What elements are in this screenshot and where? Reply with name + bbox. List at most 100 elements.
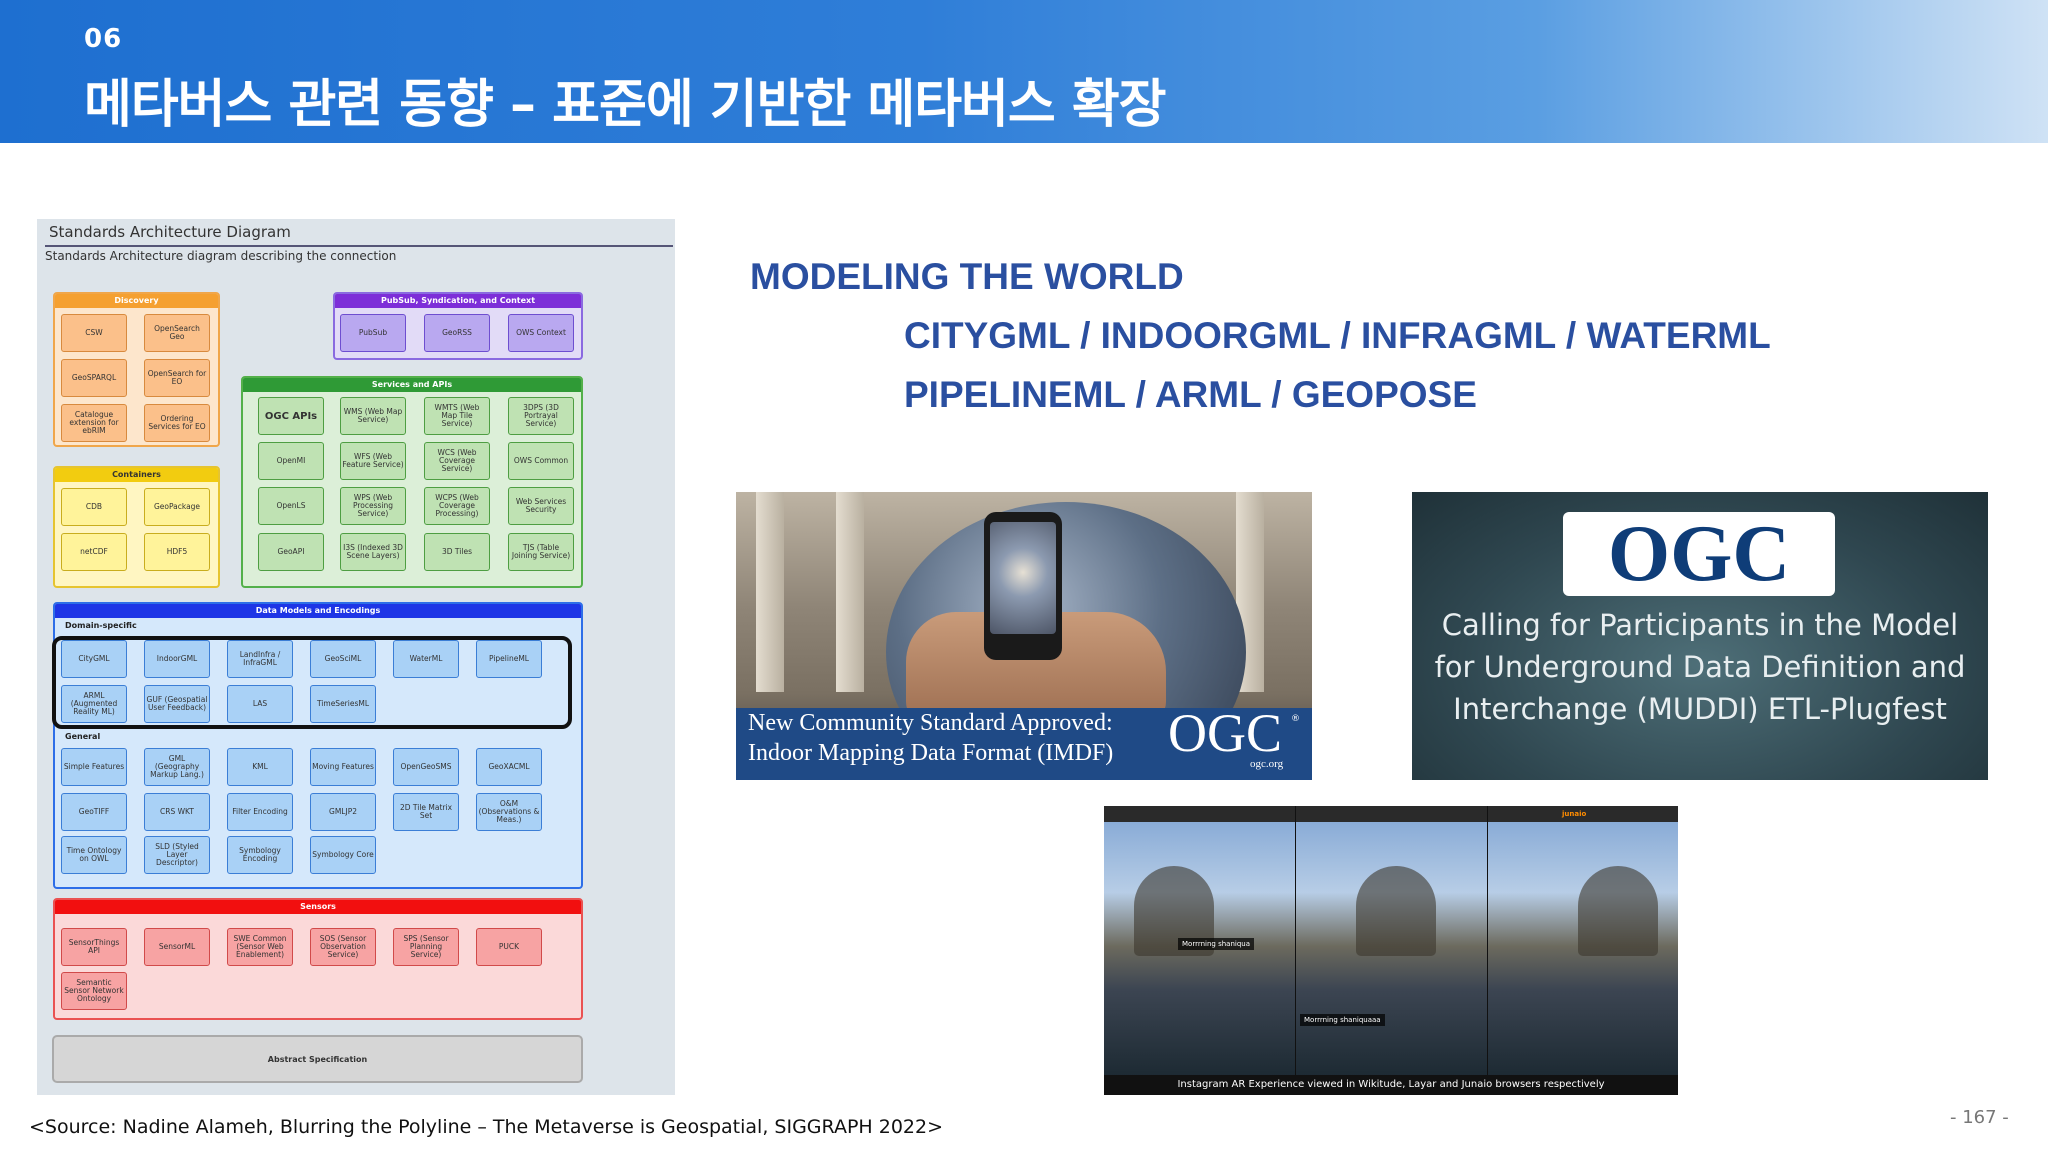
app-toolbar bbox=[1296, 806, 1487, 822]
std-box: HDF5 bbox=[144, 533, 210, 571]
std-box: WCS (Web Coverage Service) bbox=[424, 442, 490, 480]
std-box: WCPS (Web Coverage Processing) bbox=[424, 487, 490, 525]
ar-caption: Instagram AR Experience viewed in Wikitu… bbox=[1104, 1075, 1678, 1095]
tree-shape bbox=[1578, 866, 1658, 956]
std-box: Filter Encoding bbox=[227, 793, 293, 831]
std-box: OpenSearch Geo bbox=[144, 314, 210, 352]
ogc-url: ogc.org bbox=[1250, 758, 1284, 770]
std-box: CRS WKT bbox=[144, 793, 210, 831]
std-box: GeoAPI bbox=[258, 533, 324, 571]
slide: 06 메타버스 관련 동향 – 표준에 기반한 메타버스 확장 Standard… bbox=[0, 0, 2048, 1152]
group-containers-title: Containers bbox=[55, 468, 218, 482]
ogc-logo: OGC bbox=[1168, 703, 1283, 763]
std-box: CDB bbox=[61, 488, 127, 526]
smartphone-illustration bbox=[984, 512, 1062, 660]
std-box: Moving Features bbox=[310, 748, 376, 786]
domain-specific-label: Domain-specific bbox=[65, 621, 137, 630]
std-box: OpenSearch for EO bbox=[144, 359, 210, 397]
std-box: PUCK bbox=[476, 928, 542, 966]
std-box: OpenGeoSMS bbox=[393, 748, 459, 786]
std-box: SensorML bbox=[144, 928, 210, 966]
std-box: KML bbox=[227, 748, 293, 786]
std-box: GeoTIFF bbox=[61, 793, 127, 831]
registered-mark: ® bbox=[1291, 714, 1300, 724]
std-box: GML (Geography Markup Lang.) bbox=[144, 748, 210, 786]
junaio-panel: junaio bbox=[1488, 806, 1678, 1076]
imdf-caption-line1: New Community Standard Approved: bbox=[748, 710, 1113, 736]
modeling-heading: MODELING THE WORLD bbox=[750, 256, 1184, 297]
imdf-caption-line2: Indoor Mapping Data Format (IMDF) bbox=[748, 740, 1114, 766]
smartphone-screen bbox=[990, 522, 1056, 634]
std-box: 3DPS (3D Portrayal Service) bbox=[508, 397, 574, 435]
page-title: 메타버스 관련 동향 – 표준에 기반한 메타버스 확장 bbox=[84, 75, 1167, 135]
section-number: 06 bbox=[84, 24, 123, 54]
group-services-title: Services and APIs bbox=[243, 378, 581, 392]
std-box: Symbology Encoding bbox=[227, 836, 293, 874]
diagram-divider bbox=[45, 245, 673, 247]
std-box: O&M (Observations & Meas.) bbox=[476, 793, 542, 831]
ar-browsers-screenshot: Morrrning shaniqua Morrrning shaniquaaa … bbox=[1104, 806, 1678, 1095]
std-box: GMLJP2 bbox=[310, 793, 376, 831]
std-box: OWS Context bbox=[508, 314, 574, 352]
tree-shape bbox=[1356, 866, 1436, 956]
std-box: OGC APIs bbox=[258, 397, 324, 435]
std-box: WPS (Web Processing Service) bbox=[340, 487, 406, 525]
std-box: 3D Tiles bbox=[424, 533, 490, 571]
standards-architecture-diagram: Standards Architecture Diagram Standards… bbox=[37, 219, 675, 1095]
std-box: SPS (Sensor Planning Service) bbox=[393, 928, 459, 966]
group-sensors-title: Sensors bbox=[55, 900, 581, 914]
muddi-line2: for Underground Data Definition and bbox=[1434, 650, 1966, 684]
std-box: GeoXACML bbox=[476, 748, 542, 786]
std-box: WMS (Web Map Service) bbox=[340, 397, 406, 435]
std-box: I3S (Indexed 3D Scene Layers) bbox=[340, 533, 406, 571]
group-discovery-title: Discovery bbox=[55, 294, 218, 308]
background-pillar bbox=[836, 492, 864, 692]
std-box: SOS (Sensor Observation Service) bbox=[310, 928, 376, 966]
std-box: WMTS (Web Map Tile Service) bbox=[424, 397, 490, 435]
std-box: Time Ontology on OWL bbox=[61, 836, 127, 874]
std-box: Simple Features bbox=[61, 748, 127, 786]
wikitude-panel: Morrrning shaniqua bbox=[1104, 806, 1295, 1076]
general-label: General bbox=[65, 732, 101, 741]
layar-panel: Morrrning shaniquaaa bbox=[1296, 806, 1487, 1076]
std-box: Web Services Security bbox=[508, 487, 574, 525]
std-box: SensorThings API bbox=[61, 928, 127, 966]
source-citation: <Source: Nadine Alameh, Blurring the Pol… bbox=[29, 1116, 944, 1138]
domain-highlight-frame bbox=[52, 636, 572, 729]
diagram-title: Standards Architecture Diagram bbox=[49, 223, 291, 241]
imdf-announcement-image: New Community Standard Approved: Indoor … bbox=[736, 492, 1312, 780]
std-box: OWS Common bbox=[508, 442, 574, 480]
std-box: OpenMI bbox=[258, 442, 324, 480]
muddi-line1: Calling for Participants in the Model bbox=[1441, 608, 1959, 642]
std-box: Ordering Services for EO bbox=[144, 404, 210, 442]
group-pubsub-title: PubSub, Syndication, and Context bbox=[335, 294, 581, 308]
std-box: GeoRSS bbox=[424, 314, 490, 352]
modeling-standards-line1: CITYGML / INDOORGML / INFRAGML / WATERML bbox=[904, 315, 1771, 356]
group-data-models-title: Data Models and Encodings bbox=[55, 604, 581, 618]
page-number: - 167 - bbox=[1950, 1107, 2009, 1128]
diagram-subtitle: Standards Architecture diagram describin… bbox=[45, 249, 397, 263]
muddi-announcement-image: OGC Calling for Participants in the Mode… bbox=[1412, 492, 1988, 780]
app-toolbar bbox=[1104, 806, 1295, 822]
background-pillar bbox=[756, 492, 784, 692]
modeling-standards-line2: PIPELINEML / ARML / GEOPOSE bbox=[904, 374, 1477, 415]
std-box: Symbology Core bbox=[310, 836, 376, 874]
std-box: WFS (Web Feature Service) bbox=[340, 442, 406, 480]
muddi-line3: Interchange (MUDDI) ETL-Plugfest bbox=[1453, 692, 1947, 726]
header-bar: 06 메타버스 관련 동향 – 표준에 기반한 메타버스 확장 bbox=[0, 0, 2048, 143]
ogc-logo: OGC bbox=[1563, 510, 1835, 598]
std-box: OpenLS bbox=[258, 487, 324, 525]
std-box: TJS (Table Joining Service) bbox=[508, 533, 574, 571]
abstract-specification: Abstract Specification bbox=[52, 1035, 583, 1083]
std-box: netCDF bbox=[61, 533, 127, 571]
std-box: Semantic Sensor Network Ontology bbox=[61, 972, 127, 1010]
junaio-brand: junaio bbox=[1562, 810, 1587, 818]
std-box: GeoSPARQL bbox=[61, 359, 127, 397]
ar-tag: Morrrning shaniqua bbox=[1178, 938, 1254, 950]
std-box: 2D Tile Matrix Set bbox=[393, 793, 459, 831]
ar-tag: Morrrning shaniquaaa bbox=[1300, 1014, 1385, 1026]
std-box: PubSub bbox=[340, 314, 406, 352]
std-box: SWE Common (Sensor Web Enablement) bbox=[227, 928, 293, 966]
std-box: Catalogue extension for ebRIM bbox=[61, 404, 127, 442]
std-box: GeoPackage bbox=[144, 488, 210, 526]
